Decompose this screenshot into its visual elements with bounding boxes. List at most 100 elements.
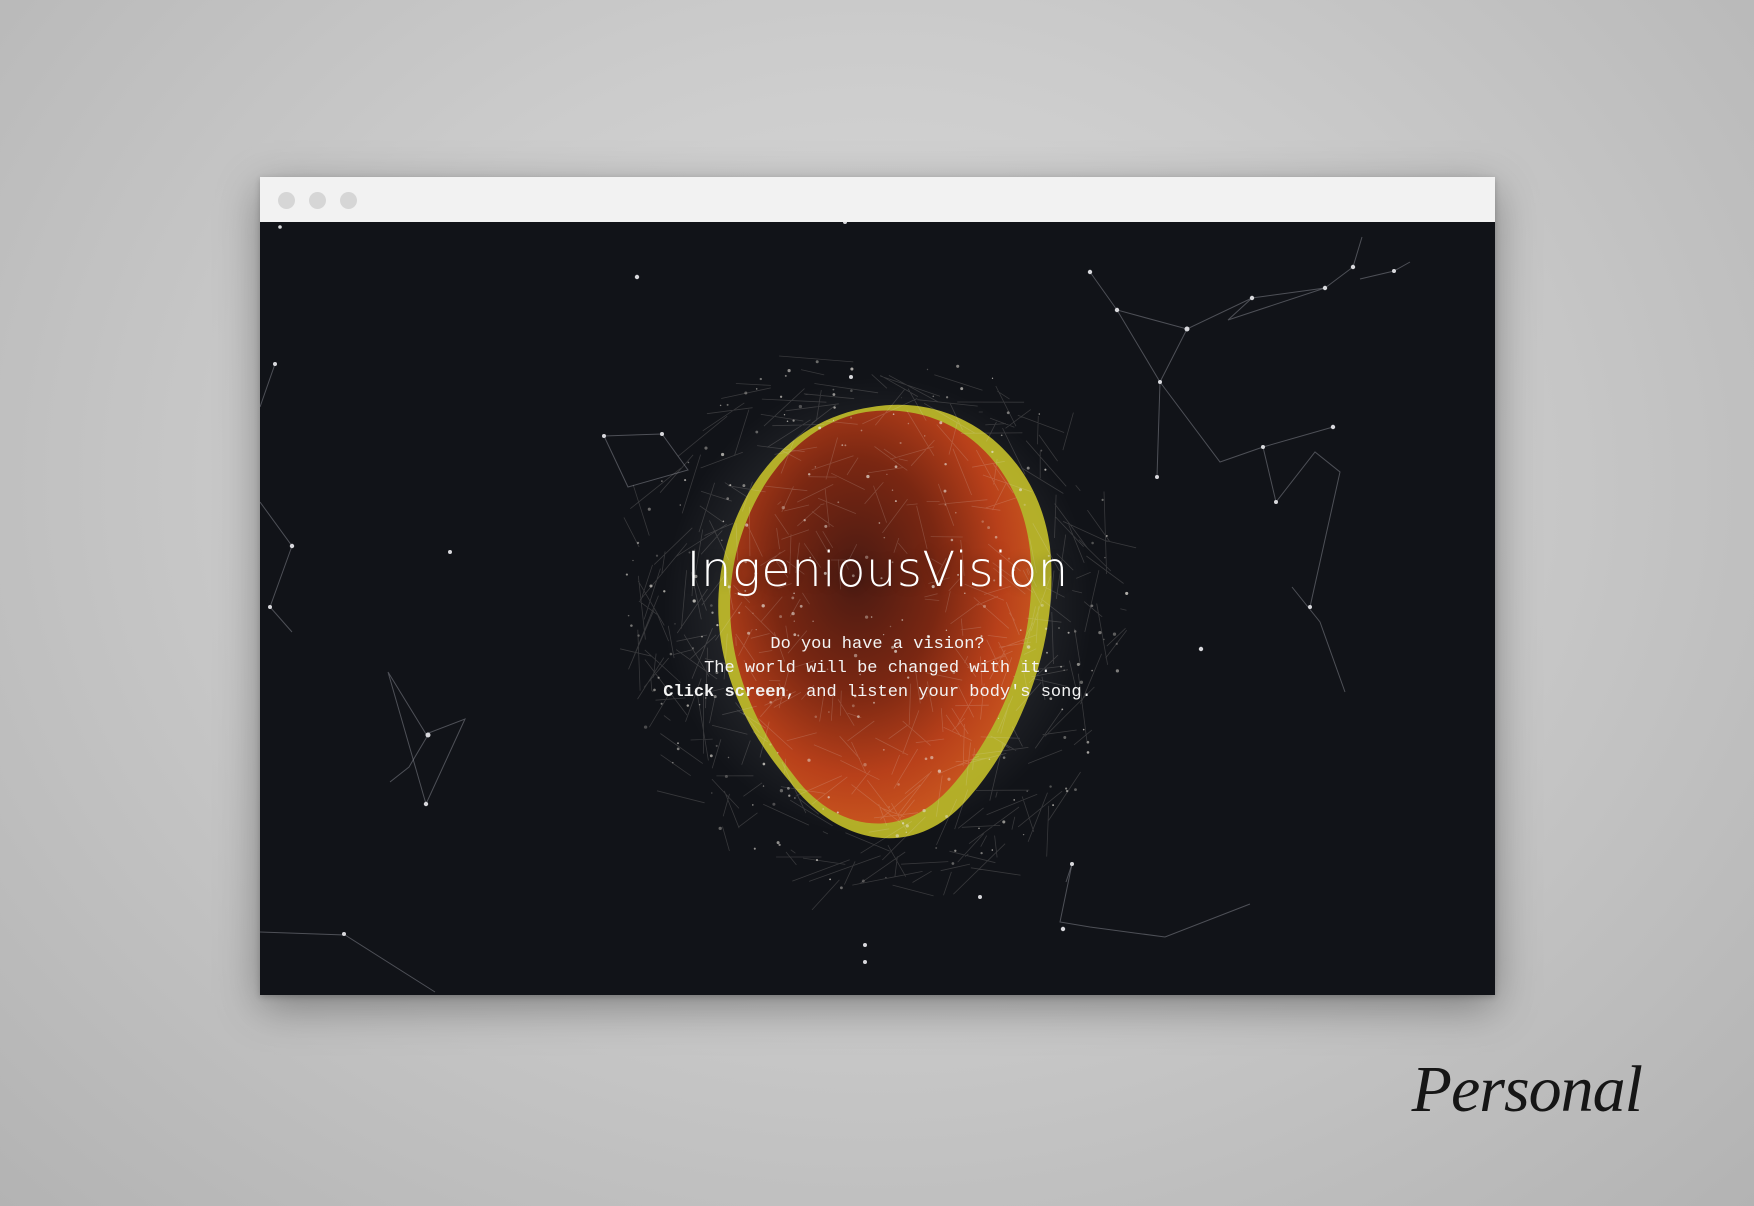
particle-dot — [722, 520, 725, 522]
particle-dot — [1040, 603, 1044, 607]
particle-dot — [947, 777, 951, 781]
webpage-canvas[interactable]: IngeniousVision Do you have a vision? Th… — [260, 222, 1495, 995]
particle-dot — [1105, 534, 1108, 537]
particle-dot — [738, 611, 741, 614]
click-screen-cta[interactable]: Click screen — [663, 683, 785, 702]
particle-dot — [812, 620, 814, 623]
particle-dot — [769, 743, 772, 746]
particle-dot — [978, 827, 980, 830]
particle-dot — [672, 761, 674, 764]
particle-dot — [1038, 413, 1041, 415]
particle-dot — [798, 404, 803, 409]
particle-dot — [752, 804, 754, 806]
particle-dot — [818, 426, 822, 430]
particle-dot — [661, 480, 663, 482]
particle-dot — [870, 616, 873, 618]
particle-dot — [878, 522, 881, 524]
particle-dot — [892, 413, 895, 416]
particle-dot — [850, 367, 854, 371]
particle-dot — [792, 419, 795, 422]
particle-dot — [1002, 756, 1006, 759]
particle-dot — [1006, 411, 1010, 415]
particle-dot — [832, 388, 835, 391]
particle-dot — [905, 824, 909, 828]
particle-dot — [778, 843, 781, 847]
particle-dot — [1044, 468, 1047, 471]
particle-dot — [814, 715, 818, 718]
particle-dot — [716, 623, 719, 627]
particle-dot — [814, 466, 817, 468]
particle-dot — [895, 834, 899, 838]
particle-dot — [945, 629, 948, 631]
particle-dot — [833, 406, 836, 409]
particle-dot — [1020, 629, 1022, 631]
particle-dot — [684, 479, 687, 482]
particle-dot — [950, 538, 954, 542]
particle-dot — [788, 794, 791, 797]
particle-dot — [726, 403, 729, 406]
particle-dot — [937, 769, 942, 773]
particle-dot — [926, 368, 929, 371]
tagline-line-2: The world will be changed with it. — [704, 659, 1051, 678]
particle-dot — [1013, 799, 1016, 801]
particle-dot — [886, 473, 888, 476]
particle-dot — [905, 831, 908, 834]
particle-dot — [980, 851, 983, 855]
particle-dot — [793, 620, 795, 622]
particle-dot — [981, 520, 984, 523]
particle-dot — [866, 474, 870, 479]
particle-dot — [779, 789, 784, 793]
particle-dot — [901, 619, 904, 621]
particle-dot — [1019, 488, 1022, 492]
particle-dot — [1040, 449, 1043, 452]
particle-dot — [709, 754, 713, 758]
minimize-window-button[interactable] — [309, 192, 326, 209]
particle-dot — [807, 473, 811, 476]
particle-dot — [776, 841, 780, 845]
particle-dot — [935, 847, 938, 849]
particle-dot — [850, 416, 852, 419]
particle-dot — [901, 822, 905, 825]
particle-dot — [676, 747, 680, 751]
particle-dot — [755, 388, 758, 390]
particle-dot — [727, 756, 730, 759]
particle-dot — [777, 752, 779, 754]
particle-dot — [882, 748, 885, 751]
particle-dot — [674, 623, 676, 625]
particle-dot — [677, 742, 679, 745]
particle-dot — [721, 452, 725, 457]
particle-dot — [715, 744, 718, 747]
particle-dot — [837, 501, 840, 504]
particle-dot — [960, 387, 964, 391]
maximize-window-button[interactable] — [340, 192, 357, 209]
close-window-button[interactable] — [278, 192, 295, 209]
particle-dot — [907, 422, 910, 425]
particle-network-canvas — [260, 222, 1411, 993]
particle-dot — [939, 421, 943, 425]
particle-dot — [828, 711, 830, 713]
particle-dot — [779, 395, 783, 398]
particle-dot — [861, 879, 865, 883]
particle-dot — [930, 756, 934, 760]
particle-dot — [1086, 751, 1090, 754]
particle-dot — [1022, 833, 1025, 836]
particle-dot — [991, 849, 994, 851]
particle-dot — [779, 615, 783, 619]
particle-dot — [692, 599, 696, 603]
particle-dot — [994, 535, 998, 539]
particle-dot — [710, 604, 713, 607]
particle-dot — [711, 611, 714, 614]
particle-dot — [997, 717, 1000, 720]
particle-dot — [888, 806, 890, 808]
particle-dot — [944, 462, 947, 466]
particle-dot — [786, 420, 789, 422]
particle-dot — [761, 604, 765, 608]
particle-dot — [1065, 787, 1068, 790]
site-title: IngeniousVision — [686, 542, 1069, 598]
particle-dot — [794, 797, 796, 799]
particle-dot — [945, 396, 949, 399]
browser-window: IngeniousVision Do you have a vision? Th… — [260, 177, 1495, 995]
particle-dot — [679, 504, 682, 506]
particle-dot — [704, 446, 708, 450]
particle-dot — [955, 511, 957, 514]
